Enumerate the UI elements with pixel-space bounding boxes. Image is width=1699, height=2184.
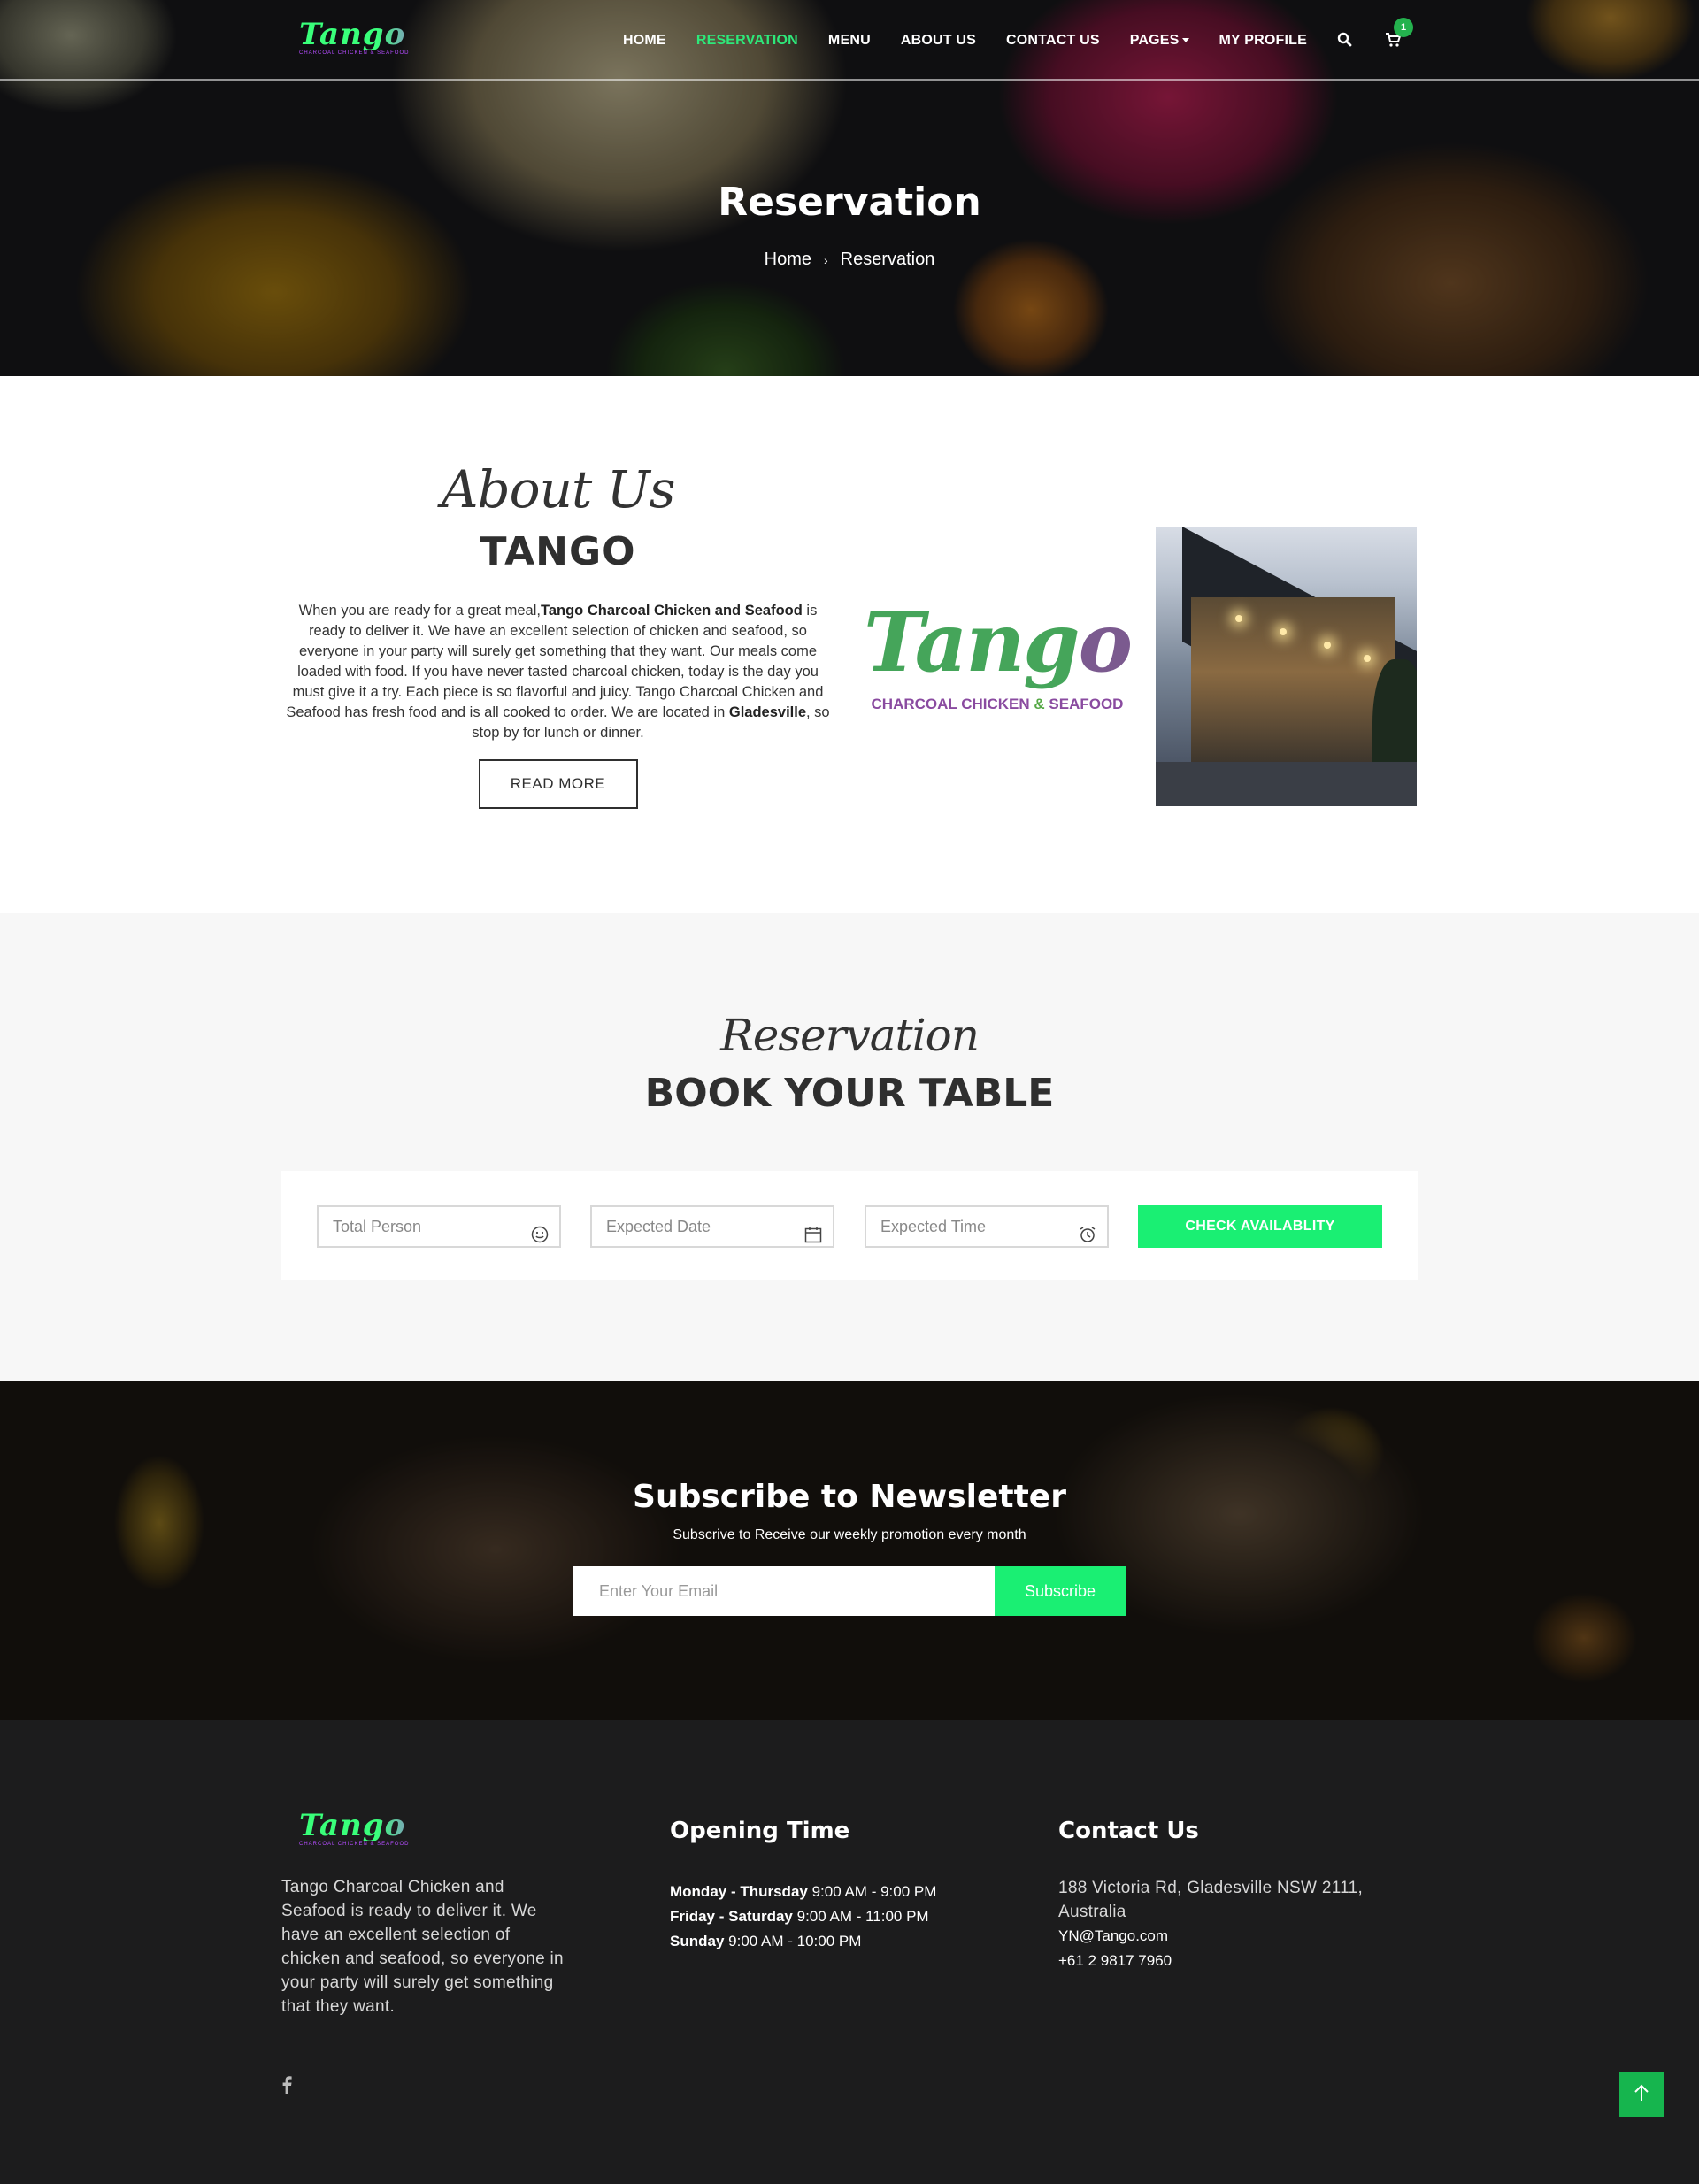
cart-icon[interactable]: 1 bbox=[1385, 18, 1414, 50]
about-section: About Us TANGO When you are ready for a … bbox=[0, 376, 1699, 913]
about-text-brand: Tango Charcoal Chicken and Seafood bbox=[540, 603, 803, 619]
newsletter-form: Enter Your Email Subscribe bbox=[573, 1566, 1126, 1616]
alarm-clock-icon bbox=[1079, 1219, 1096, 1242]
logo-tagline: CHARCOAL CHICKEN & SEAFOOD bbox=[299, 50, 410, 56]
nav-reservation[interactable]: RESERVATION bbox=[696, 33, 798, 49]
hours-row: Friday - Saturday 9:00 AM - 11:00 PM bbox=[670, 1904, 936, 1929]
caret-down-icon bbox=[1181, 38, 1189, 43]
read-more-button[interactable]: READ MORE bbox=[478, 759, 638, 809]
about-paragraph: When you are ready for a great meal,Tang… bbox=[281, 601, 834, 743]
newsletter-email-input[interactable]: Enter Your Email bbox=[573, 1566, 995, 1616]
hours-time: 9:00 AM - 11:00 PM bbox=[796, 1908, 929, 1925]
total-person-placeholder: Total Person bbox=[333, 1218, 422, 1235]
opening-hours-list: Monday - Thursday 9:00 AM - 9:00 PM Frid… bbox=[670, 1880, 936, 1954]
contact-address: 188 Victoria Rd, Gladesville NSW 2111, A… bbox=[1058, 1879, 1364, 1921]
about-text-middle: is ready to deliver it. We have an excel… bbox=[286, 603, 824, 720]
breadcrumb-current: Reservation bbox=[840, 250, 935, 269]
hero-banner: Tango CHARCOAL CHICKEN & SEAFOOD HOME RE… bbox=[0, 0, 1699, 376]
tango-logo-image: Tango CHARCOAL CHICKEN & SEAFOOD bbox=[864, 509, 1133, 806]
contact-us-title: Contact Us bbox=[1058, 1818, 1199, 1844]
opening-time-title: Opening Time bbox=[670, 1818, 850, 1844]
expected-time-input[interactable]: Expected Time bbox=[865, 1205, 1109, 1248]
calendar-icon bbox=[804, 1219, 822, 1243]
facebook-icon[interactable] bbox=[281, 2076, 294, 2094]
site-logo[interactable]: Tango CHARCOAL CHICKEN & SEAFOOD bbox=[299, 19, 441, 57]
nav-home[interactable]: HOME bbox=[623, 33, 666, 49]
nav-pages-label: PAGES bbox=[1129, 33, 1180, 48]
site-footer: Tango CHARCOAL CHICKEN & SEAFOOD Tango C… bbox=[0, 1720, 1699, 2184]
reservation-script-title: Reservation bbox=[720, 1010, 980, 1061]
hours-days: Friday - Saturday bbox=[670, 1908, 793, 1925]
total-person-input[interactable]: Total Person bbox=[317, 1205, 561, 1248]
about-text-intro: When you are ready for a great meal, bbox=[298, 603, 541, 619]
about-script-title: About Us bbox=[441, 459, 676, 519]
restaurant-building-image bbox=[1156, 527, 1417, 806]
hours-row: Sunday 9:00 AM - 10:00 PM bbox=[670, 1929, 936, 1954]
hours-days: Sunday bbox=[670, 1933, 725, 1949]
breadcrumb-home[interactable]: Home bbox=[765, 250, 811, 270]
search-icon[interactable] bbox=[1337, 32, 1355, 50]
reservation-form: Total Person Expected Date Expected Time… bbox=[281, 1171, 1418, 1280]
hero-content: Reservation Home › Reservation bbox=[0, 180, 1699, 270]
reservation-section: Reservation BOOK YOUR TABLE Total Person… bbox=[0, 913, 1699, 1381]
contact-email[interactable]: YN@Tango.com bbox=[1058, 1924, 1412, 1949]
nav-menu[interactable]: MENU bbox=[828, 33, 871, 49]
main-nav: HOME RESERVATION MENU ABOUT US CONTACT U… bbox=[623, 18, 1414, 50]
about-content: About Us TANGO When you are ready for a … bbox=[281, 460, 834, 809]
expected-date-input[interactable]: Expected Date bbox=[590, 1205, 834, 1248]
smiley-icon bbox=[531, 1219, 549, 1243]
logo-wordmark: Tango bbox=[299, 19, 441, 50]
about-heading: TANGO bbox=[480, 529, 636, 574]
nav-contact-us[interactable]: CONTACT US bbox=[1006, 33, 1100, 49]
newsletter-subtitle: Subscrive to Receive our weekly promotio… bbox=[673, 1527, 1026, 1542]
about-text-location: Gladesville bbox=[728, 704, 807, 720]
footer-logo-wordmark: Tango bbox=[299, 1811, 441, 1841]
contact-phone[interactable]: +61 2 9817 7960 bbox=[1058, 1949, 1412, 1973]
hours-time: 9:00 AM - 10:00 PM bbox=[728, 1933, 862, 1949]
contact-details: 188 Victoria Rd, Gladesville NSW 2111, A… bbox=[1058, 1876, 1412, 1973]
logo-image-tagline: CHARCOAL CHICKEN & SEAFOOD bbox=[871, 696, 1124, 712]
scroll-to-top-button[interactable] bbox=[1619, 2072, 1664, 2117]
hours-time: 9:00 AM - 9:00 PM bbox=[811, 1883, 937, 1900]
expected-time-placeholder: Expected Time bbox=[880, 1218, 987, 1235]
hours-row: Monday - Thursday 9:00 AM - 9:00 PM bbox=[670, 1880, 936, 1904]
footer-logo-tagline: CHARCOAL CHICKEN & SEAFOOD bbox=[299, 1842, 410, 1847]
breadcrumb-separator: › bbox=[823, 252, 828, 267]
top-navbar: Tango CHARCOAL CHICKEN & SEAFOOD HOME RE… bbox=[0, 0, 1699, 81]
nav-pages[interactable]: PAGES bbox=[1130, 33, 1189, 49]
logo-image-wordmark: Tango bbox=[864, 595, 1133, 690]
cart-count-badge: 1 bbox=[1394, 18, 1414, 37]
footer-logo[interactable]: Tango CHARCOAL CHICKEN & SEAFOOD bbox=[299, 1811, 441, 1848]
page-title: Reservation bbox=[718, 180, 981, 225]
hours-days: Monday - Thursday bbox=[670, 1883, 808, 1900]
reservation-heading: BOOK YOUR TABLE bbox=[644, 1071, 1055, 1116]
nav-about-us[interactable]: ABOUT US bbox=[901, 33, 976, 49]
nav-my-profile[interactable]: MY PROFILE bbox=[1219, 33, 1308, 49]
subscribe-button[interactable]: Subscribe bbox=[995, 1566, 1126, 1616]
newsletter-content: Subscribe to Newsletter Subscrive to Rec… bbox=[0, 1479, 1699, 1616]
footer-about-text: Tango Charcoal Chicken and Seafood is re… bbox=[281, 1878, 564, 2016]
check-availability-button[interactable]: CHECK AVAILABLITY bbox=[1138, 1205, 1382, 1248]
newsletter-title: Subscribe to Newsletter bbox=[633, 1479, 1066, 1515]
newsletter-section: Subscribe to Newsletter Subscrive to Rec… bbox=[0, 1381, 1699, 1720]
arrow-up-icon bbox=[1634, 2084, 1649, 2106]
reservation-header: Reservation BOOK YOUR TABLE bbox=[0, 1011, 1699, 1116]
breadcrumb: Home › Reservation bbox=[0, 250, 1699, 270]
expected-date-placeholder: Expected Date bbox=[606, 1218, 711, 1235]
